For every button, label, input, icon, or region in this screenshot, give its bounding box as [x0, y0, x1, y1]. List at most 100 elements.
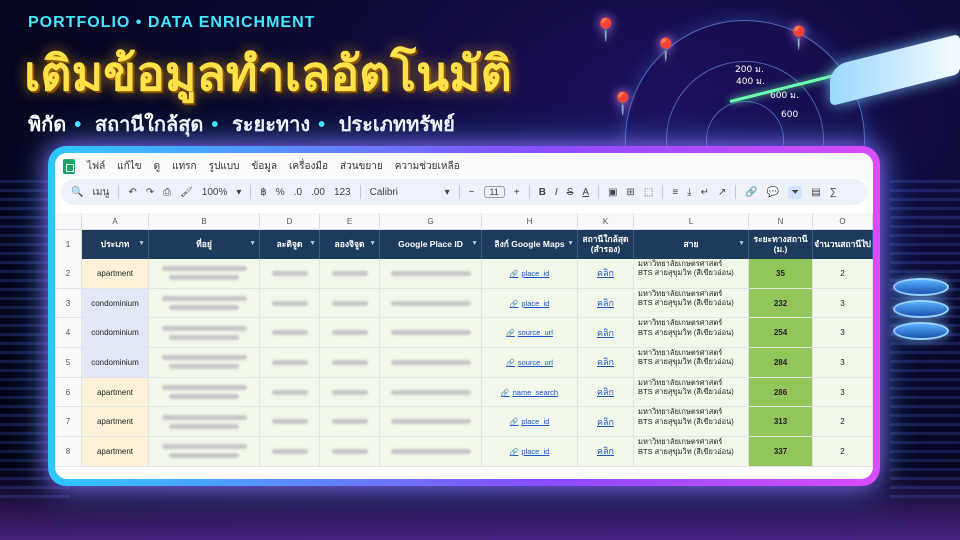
cell-type[interactable]: apartment — [82, 407, 149, 438]
menu-insert[interactable]: แทรก — [172, 159, 196, 174]
cell-station-count[interactable]: 3 — [813, 318, 873, 349]
sheets-logo-icon[interactable] — [63, 158, 75, 174]
cell-address-redacted[interactable] — [149, 407, 260, 438]
row-number[interactable]: 7 — [55, 407, 82, 438]
cell-redacted[interactable] — [320, 437, 380, 467]
cell-distance[interactable]: 232 — [749, 288, 813, 319]
filter-dropdown-icon[interactable]: ▼ — [309, 240, 316, 248]
number-format-button[interactable]: 123 — [334, 187, 351, 198]
cell-line[interactable]: มหาวิทยาลัยเกษตรศาสตร์ BTS สายสุขุมวิท (ส… — [634, 437, 749, 467]
cell-station-count[interactable]: 3 — [813, 348, 873, 378]
column-header[interactable]: O — [813, 213, 873, 230]
maps-link[interactable]: place_id — [510, 299, 549, 308]
menu-search[interactable]: เมนู — [92, 185, 109, 200]
wrap-icon[interactable]: ↵ — [701, 187, 709, 198]
cell-address-redacted[interactable] — [149, 377, 260, 408]
row-number[interactable]: 4 — [55, 318, 82, 349]
column-header[interactable]: H — [482, 213, 578, 230]
cell-redacted[interactable] — [320, 407, 380, 438]
cell-station[interactable]: คลิก — [578, 259, 634, 289]
cell-redacted[interactable] — [260, 288, 320, 319]
link-icon[interactable]: 🔗 — [745, 187, 757, 198]
cell-redacted[interactable] — [380, 259, 482, 289]
cell-type[interactable]: apartment — [82, 259, 149, 289]
filter-dropdown-icon[interactable]: ▼ — [138, 240, 145, 248]
cell-redacted[interactable] — [380, 437, 482, 467]
maps-link[interactable]: source_url — [506, 358, 553, 367]
cell-station-count[interactable]: 3 — [813, 288, 873, 319]
click-link[interactable]: คลิก — [597, 355, 614, 369]
filter-dropdown-icon[interactable]: ▼ — [249, 240, 256, 248]
filter-dropdown-icon[interactable]: ▼ — [862, 240, 869, 248]
column-header[interactable]: E — [320, 213, 380, 230]
filter-views-icon[interactable]: ▤ — [811, 187, 820, 198]
rotate-text-icon[interactable]: ↗ — [718, 187, 726, 198]
text-color-icon[interactable]: A — [582, 187, 589, 198]
header-cell[interactable]: ลิงก์ Google Maps ▼ — [482, 230, 578, 259]
cell-maps-link[interactable]: place_id — [482, 437, 578, 467]
menu-data[interactable]: ข้อมูล — [251, 159, 277, 174]
column-header[interactable]: A — [82, 213, 149, 230]
header-cell[interactable]: จำนวนสถานีไป ▼ — [813, 230, 873, 259]
undo-icon[interactable]: ↶ — [128, 187, 136, 198]
cell-maps-link[interactable]: name_search — [482, 377, 578, 408]
column-header[interactable]: G — [380, 213, 482, 230]
filter-dropdown-icon[interactable]: ▼ — [738, 240, 745, 248]
italic-icon[interactable]: I — [555, 187, 558, 198]
menu-format[interactable]: รูปแบบ — [209, 159, 240, 174]
cell-station[interactable]: คลิก — [578, 437, 634, 467]
cell-redacted[interactable] — [380, 348, 482, 378]
borders-icon[interactable]: ⊞ — [627, 187, 635, 198]
cell-station[interactable]: คลิก — [578, 377, 634, 408]
column-header[interactable]: K — [578, 213, 634, 230]
font-size-input[interactable]: 11 — [483, 186, 505, 198]
column-header[interactable]: D — [260, 213, 320, 230]
menu-file[interactable]: ไฟล์ — [87, 159, 105, 174]
column-header[interactable]: L — [634, 213, 749, 230]
cell-redacted[interactable] — [260, 437, 320, 467]
zoom-select[interactable]: 100% — [202, 187, 228, 198]
increase-decimal-button[interactable]: .00 — [311, 187, 325, 198]
menu-extensions[interactable]: ส่วนขยาย — [340, 159, 383, 174]
cell-line[interactable]: มหาวิทยาลัยเกษตรศาสตร์ BTS สายสุขุมวิท (ส… — [634, 288, 749, 319]
row-number[interactable]: 1 — [55, 230, 82, 259]
column-header[interactable]: N — [749, 213, 813, 230]
cell-type[interactable]: condominium — [82, 288, 149, 319]
maps-link[interactable]: name_search — [501, 388, 558, 397]
paint-format-icon[interactable]: 🖌 — [180, 187, 193, 198]
header-cell[interactable]: ที่อยู่ ▼ — [149, 230, 260, 259]
menu-edit[interactable]: แก้ไข — [117, 159, 141, 174]
align-icon[interactable]: ≡ — [672, 187, 678, 198]
cell-line[interactable]: มหาวิทยาลัยเกษตรศาสตร์ BTS สายสุขุมวิท (ส… — [634, 407, 749, 438]
cell-redacted[interactable] — [380, 377, 482, 408]
fill-color-icon[interactable]: ▣ — [608, 187, 617, 198]
decrease-font-size-icon[interactable]: − — [469, 187, 475, 198]
cell-redacted[interactable] — [320, 348, 380, 378]
chevron-down-icon[interactable]: ▾ — [236, 187, 241, 198]
maps-link[interactable]: place_id — [510, 269, 549, 278]
cell-redacted[interactable] — [380, 318, 482, 349]
maps-link[interactable]: place_id — [510, 417, 549, 426]
cell-address-redacted[interactable] — [149, 318, 260, 349]
cell-station-count[interactable]: 2 — [813, 407, 873, 438]
currency-button[interactable]: ฿ — [260, 187, 266, 198]
cell-maps-link[interactable]: source_url — [482, 348, 578, 378]
cell-redacted[interactable] — [260, 407, 320, 438]
row-number[interactable]: 5 — [55, 348, 82, 378]
cell-station-count[interactable]: 3 — [813, 377, 873, 408]
filter-dropdown-icon[interactable]: ▼ — [471, 240, 478, 248]
cell-redacted[interactable] — [320, 259, 380, 289]
cell-redacted[interactable] — [260, 377, 320, 408]
select-all-corner[interactable] — [55, 213, 82, 230]
cell-type[interactable]: condominium — [82, 348, 149, 378]
maps-link[interactable]: place_id — [510, 447, 549, 456]
chevron-down-icon[interactable]: ▾ — [445, 187, 450, 198]
cell-line[interactable]: มหาวิทยาลัยเกษตรศาสตร์ BTS สายสุขุมวิท (ส… — [634, 318, 749, 349]
cell-type[interactable]: apartment — [82, 437, 149, 467]
cell-address-redacted[interactable] — [149, 259, 260, 289]
cell-type[interactable]: apartment — [82, 377, 149, 408]
filter-dropdown-icon[interactable]: ▼ — [567, 240, 574, 248]
cell-redacted[interactable] — [380, 407, 482, 438]
cell-redacted[interactable] — [320, 288, 380, 319]
functions-icon[interactable]: ∑ — [830, 187, 837, 198]
